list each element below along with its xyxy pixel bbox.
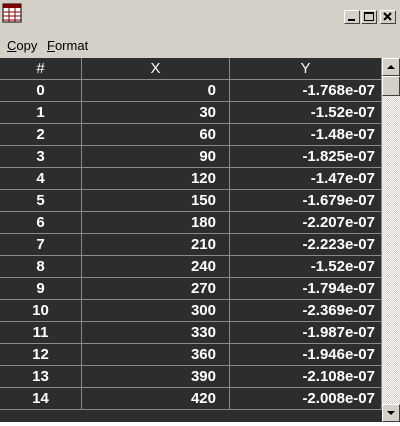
cell-x[interactable]: 210 bbox=[82, 234, 230, 255]
cell-index[interactable]: 3 bbox=[0, 146, 82, 167]
table-row[interactable]: 14 420 -2.008e-07 bbox=[0, 388, 382, 410]
table-row[interactable]: 4 120 -1.47e-07 bbox=[0, 168, 382, 190]
cell-y[interactable]: -1.768e-07 bbox=[230, 80, 382, 101]
table-row[interactable]: 13 390 -2.108e-07 bbox=[0, 366, 382, 388]
table-row[interactable]: 8 240 -1.52e-07 bbox=[0, 256, 382, 278]
title-bar[interactable] bbox=[0, 0, 400, 34]
table-row[interactable]: 7 210 -2.223e-07 bbox=[0, 234, 382, 256]
cell-index[interactable]: 8 bbox=[0, 256, 82, 277]
cell-index[interactable]: 14 bbox=[0, 388, 82, 409]
cell-index[interactable]: 4 bbox=[0, 168, 82, 189]
cell-y[interactable]: -1.52e-07 bbox=[230, 256, 382, 277]
table-row[interactable]: 12 360 -1.946e-07 bbox=[0, 344, 382, 366]
cell-x[interactable]: 360 bbox=[82, 344, 230, 365]
arrow-down-icon bbox=[387, 411, 395, 415]
cell-y[interactable]: -2.207e-07 bbox=[230, 212, 382, 233]
table-row[interactable]: 11 330 -1.987e-07 bbox=[0, 322, 382, 344]
cell-y[interactable]: -1.946e-07 bbox=[230, 344, 382, 365]
vertical-scrollbar[interactable] bbox=[382, 58, 400, 422]
data-grid: # X Y 0 0 -1.768e-07 1 30 -1.52e-07 2 60 -1.48e-… bbox=[0, 58, 382, 422]
cell-index[interactable]: 9 bbox=[0, 278, 82, 299]
cell-x[interactable]: 60 bbox=[82, 124, 230, 145]
cell-x[interactable]: 240 bbox=[82, 256, 230, 277]
cell-index[interactable]: 0 bbox=[0, 80, 82, 101]
table-row[interactable]: 10 300 -2.369e-07 bbox=[0, 300, 382, 322]
minimize-button[interactable] bbox=[344, 10, 360, 24]
maximize-icon bbox=[364, 12, 374, 21]
cell-x[interactable]: 330 bbox=[82, 322, 230, 343]
arrow-up-icon bbox=[387, 65, 395, 69]
cell-y[interactable]: -1.47e-07 bbox=[230, 168, 382, 189]
menu-bar: Copy Format bbox=[0, 34, 400, 58]
column-header-y[interactable]: Y bbox=[230, 58, 382, 80]
cell-x[interactable]: 30 bbox=[82, 102, 230, 123]
scroll-down-button[interactable] bbox=[382, 404, 400, 422]
column-header-x[interactable]: X bbox=[82, 58, 230, 80]
cell-y[interactable]: -1.52e-07 bbox=[230, 102, 382, 123]
maximize-button[interactable] bbox=[361, 10, 377, 24]
cell-y[interactable]: -1.679e-07 bbox=[230, 190, 382, 211]
cell-x[interactable]: 0 bbox=[82, 80, 230, 101]
table-row[interactable]: 1 30 -1.52e-07 bbox=[0, 102, 382, 124]
cell-x[interactable]: 270 bbox=[82, 278, 230, 299]
cell-y[interactable]: -2.369e-07 bbox=[230, 300, 382, 321]
cell-x[interactable]: 150 bbox=[82, 190, 230, 211]
cell-index[interactable]: 13 bbox=[0, 366, 82, 387]
minimize-icon bbox=[348, 19, 355, 21]
cell-index[interactable]: 2 bbox=[0, 124, 82, 145]
cell-y[interactable]: -1.48e-07 bbox=[230, 124, 382, 145]
cell-index[interactable]: 7 bbox=[0, 234, 82, 255]
cell-index[interactable]: 6 bbox=[0, 212, 82, 233]
cell-y[interactable]: -1.794e-07 bbox=[230, 278, 382, 299]
close-icon bbox=[383, 12, 392, 21]
cell-y[interactable]: -1.825e-07 bbox=[230, 146, 382, 167]
cell-index[interactable]: 12 bbox=[0, 344, 82, 365]
cell-y[interactable]: -1.987e-07 bbox=[230, 322, 382, 343]
scrollbar-thumb[interactable] bbox=[382, 76, 400, 96]
table-row[interactable]: 6 180 -2.207e-07 bbox=[0, 212, 382, 234]
cell-x[interactable]: 120 bbox=[82, 168, 230, 189]
scroll-up-button[interactable] bbox=[382, 58, 400, 76]
cell-x[interactable]: 180 bbox=[82, 212, 230, 233]
menu-format[interactable]: Format bbox=[47, 38, 88, 53]
cell-index[interactable]: 1 bbox=[0, 102, 82, 123]
table-row[interactable]: 3 90 -1.825e-07 bbox=[0, 146, 382, 168]
cell-y[interactable]: -2.223e-07 bbox=[230, 234, 382, 255]
cell-index[interactable]: 10 bbox=[0, 300, 82, 321]
cell-x[interactable]: 300 bbox=[82, 300, 230, 321]
column-header-index[interactable]: # bbox=[0, 58, 82, 80]
menu-copy[interactable]: Copy bbox=[7, 38, 37, 53]
table-row[interactable]: 2 60 -1.48e-07 bbox=[0, 124, 382, 146]
table-row[interactable]: 9 270 -1.794e-07 bbox=[0, 278, 382, 300]
table-row[interactable]: 5 150 -1.679e-07 bbox=[0, 190, 382, 212]
cell-x[interactable]: 90 bbox=[82, 146, 230, 167]
cell-index[interactable]: 5 bbox=[0, 190, 82, 211]
data-table-window: Copy Format # X Y 0 0 -1.768e-07 1 30 -1.52e-… bbox=[0, 0, 400, 422]
cell-index[interactable]: 11 bbox=[0, 322, 82, 343]
table-row[interactable]: 0 0 -1.768e-07 bbox=[0, 80, 382, 102]
table-grid-icon bbox=[2, 3, 22, 23]
close-button[interactable] bbox=[380, 10, 396, 24]
cell-y[interactable]: -2.008e-07 bbox=[230, 388, 382, 409]
cell-x[interactable]: 390 bbox=[82, 366, 230, 387]
cell-y[interactable]: -2.108e-07 bbox=[230, 366, 382, 387]
cell-x[interactable]: 420 bbox=[82, 388, 230, 409]
